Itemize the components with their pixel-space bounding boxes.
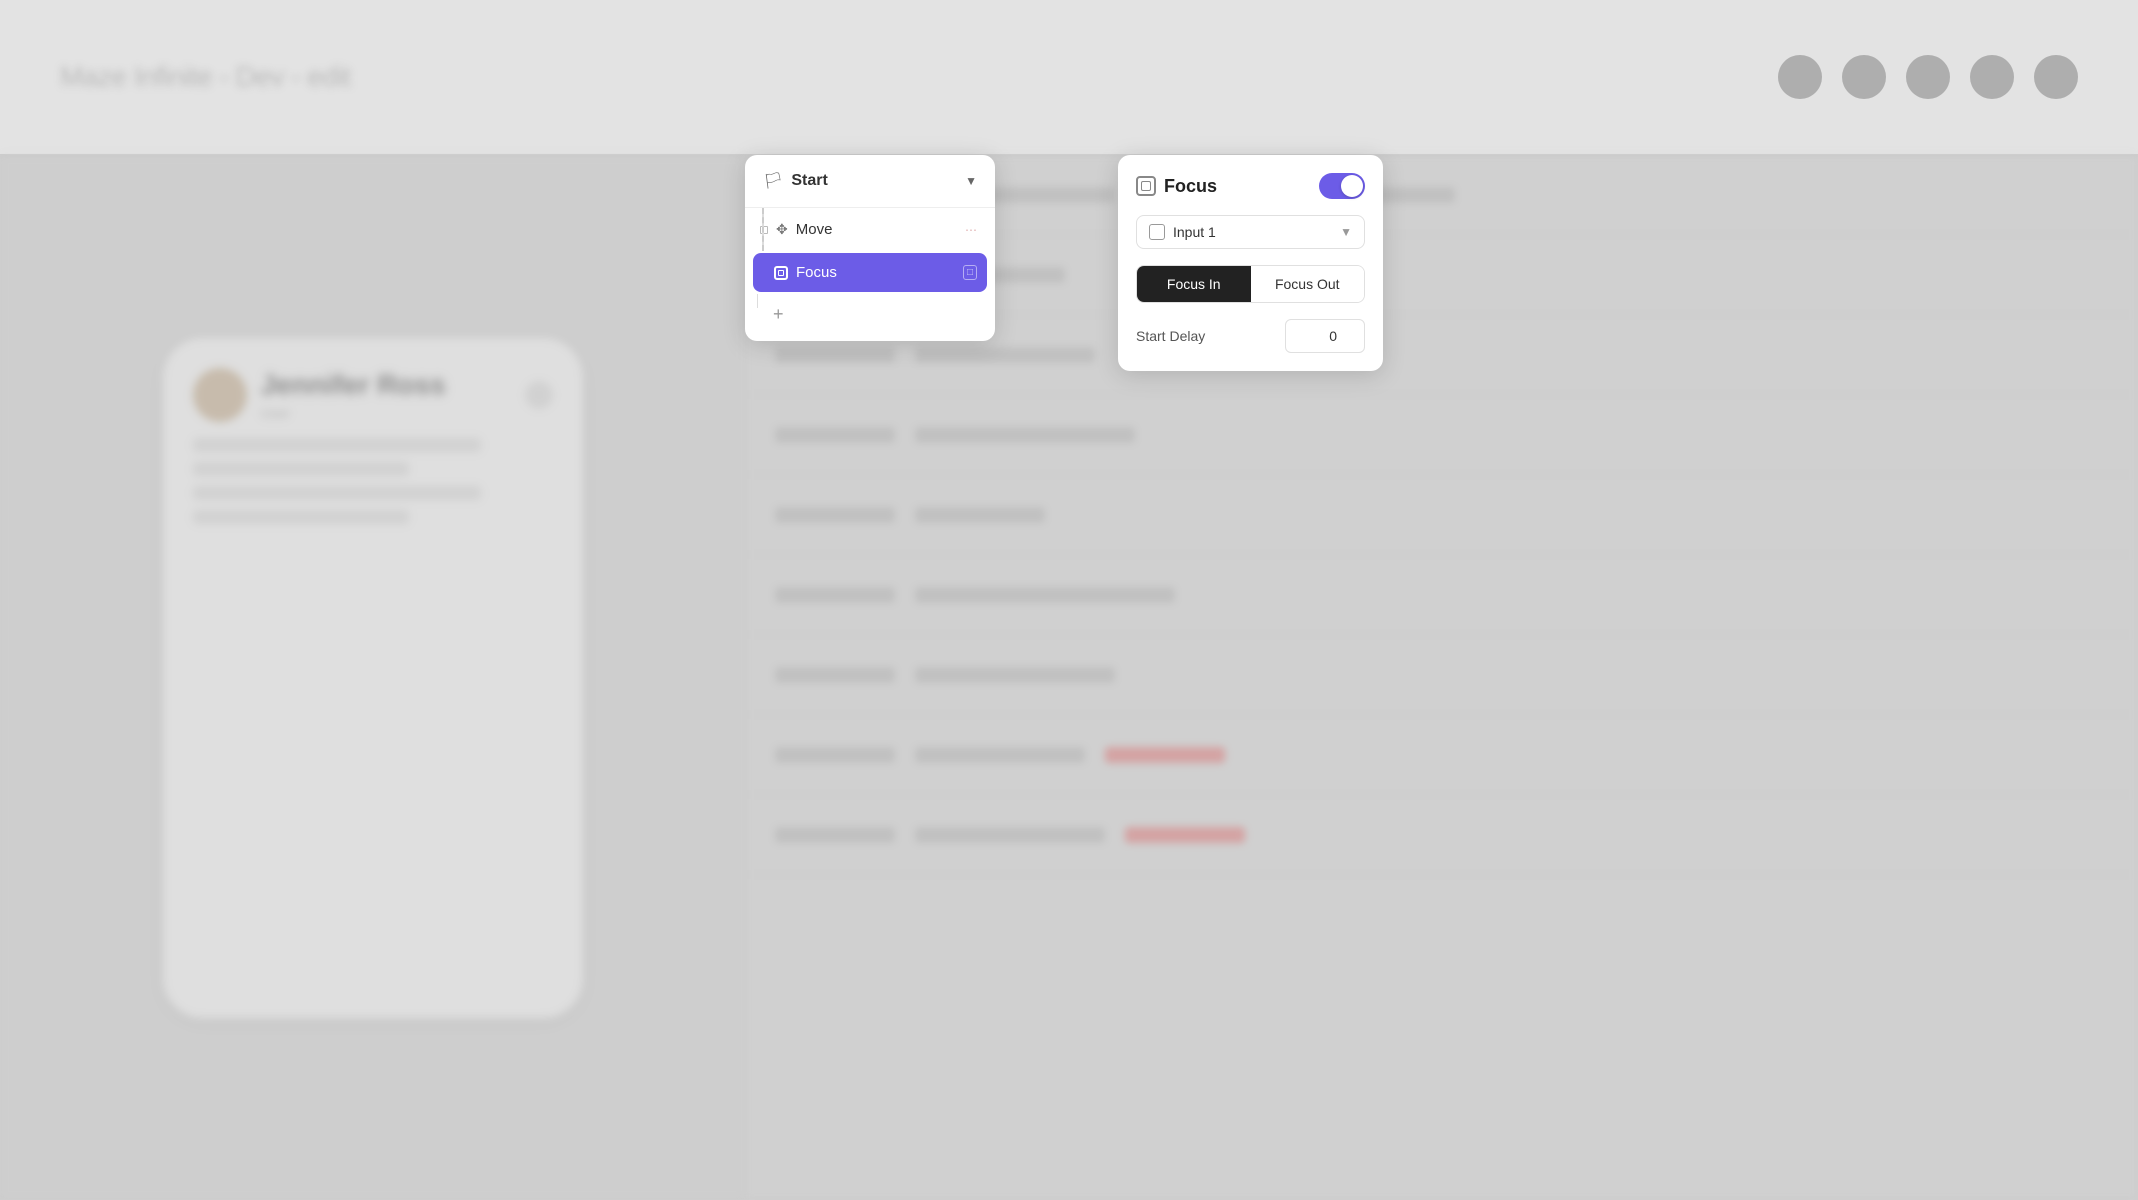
- timeline-row-7: [745, 635, 2138, 715]
- focus-in-tab[interactable]: Focus In: [1137, 266, 1251, 302]
- timeline-row-8: [745, 715, 2138, 795]
- top-icon-1[interactable]: [1778, 55, 1822, 99]
- steps-panel-header: 🏳 Start ▼: [745, 155, 995, 208]
- step-focus-wrapper: Focus □: [745, 253, 995, 292]
- chevron-down-icon: ▼: [1340, 225, 1352, 239]
- phone-mockup: Jennifer Ross User: [163, 338, 583, 1018]
- start-delay-row: Start Delay: [1136, 319, 1365, 353]
- start-delay-input[interactable]: [1285, 319, 1365, 353]
- focus-panel-title: Focus: [1164, 176, 1311, 197]
- timeline-row-5: [745, 475, 2138, 555]
- focus-toggle[interactable]: [1319, 173, 1365, 199]
- add-step-button[interactable]: +: [745, 294, 995, 341]
- input-dropdown-icon: [1149, 224, 1165, 240]
- app-title: Maze Infinite - Dev - edit: [60, 61, 350, 93]
- phone-name: Jennifer Ross User: [261, 369, 446, 421]
- move-action-icon: ⋯: [965, 223, 977, 237]
- focus-panel: Focus Input 1 ▼ Focus In Focus Out Start…: [1118, 155, 1383, 371]
- input-dropdown[interactable]: Input 1 ▼: [1136, 215, 1365, 249]
- top-icon-2[interactable]: [1842, 55, 1886, 99]
- avatar: [193, 368, 247, 422]
- steps-header-title: Start: [791, 172, 827, 190]
- top-icon-5[interactable]: [2034, 55, 2078, 99]
- top-bar: Maze Infinite - Dev - edit: [0, 0, 2138, 155]
- focus-tabs: Focus In Focus Out: [1136, 265, 1365, 303]
- timeline-row-9: [745, 795, 2138, 875]
- step-connector: [762, 208, 764, 251]
- timeline-row-4: [745, 395, 2138, 475]
- timeline-row-6: [745, 555, 2138, 635]
- steps-panel: 🏳 Start ▼ ✥ Move ⋯ Focus □ +: [745, 155, 995, 341]
- step-move[interactable]: ✥ Move ⋯: [745, 208, 995, 251]
- start-delay-label: Start Delay: [1136, 328, 1205, 344]
- step-move-label: Move: [796, 221, 957, 238]
- focus-panel-icon: [1136, 176, 1156, 196]
- phone-header: Jennifer Ross User: [193, 368, 553, 422]
- focus-out-tab[interactable]: Focus Out: [1251, 266, 1365, 302]
- focus-panel-header: Focus: [1136, 173, 1365, 199]
- step-focus[interactable]: Focus □: [753, 253, 987, 292]
- add-icon: +: [773, 304, 784, 325]
- left-panel: Jennifer Ross User: [0, 155, 745, 1200]
- focus-action-icon: □: [963, 265, 977, 280]
- collapse-icon[interactable]: ▼: [965, 174, 977, 188]
- flag-icon: 🏳: [763, 171, 783, 191]
- top-bar-icons: [1778, 55, 2078, 99]
- input-dropdown-label: Input 1: [1173, 224, 1332, 240]
- focus-icon: [774, 266, 788, 280]
- step-focus-label: Focus: [796, 264, 955, 281]
- top-icon-4[interactable]: [1970, 55, 2014, 99]
- move-icon: ✥: [776, 221, 788, 238]
- top-icon-3[interactable]: [1906, 55, 1950, 99]
- phone-lines: [193, 438, 553, 524]
